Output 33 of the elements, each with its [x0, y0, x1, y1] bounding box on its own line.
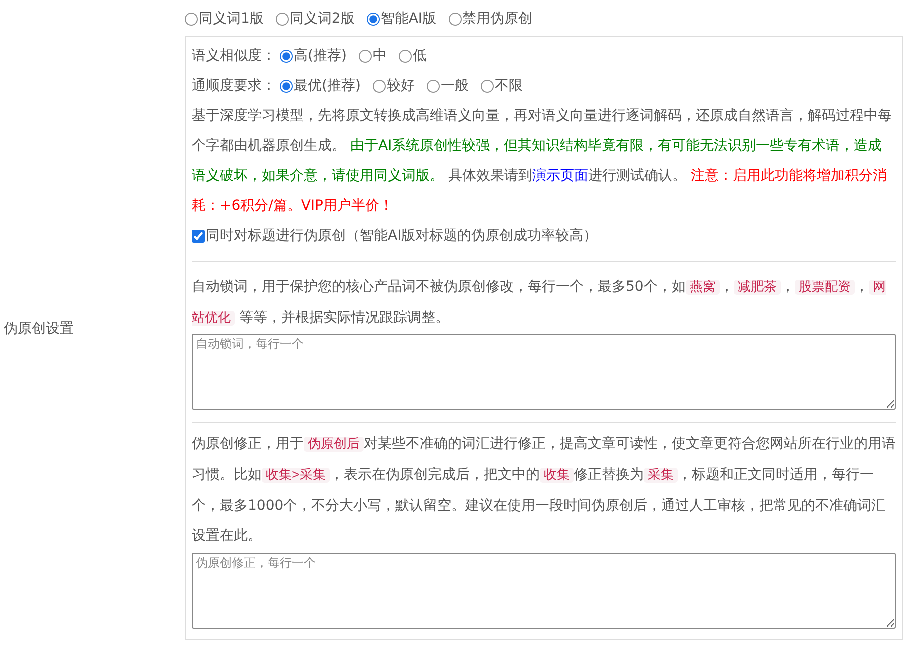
- ai-description: 基于深度学习模型，先将原文转换成高维语义向量，再对语义向量进行逐词解码，还原成自然语言，解码过程中每个字都由机器原创生成。 由于AI系统原创性较强，但其知识结构毕竟有限，有可能无法识别一些专有术语，造成语义破坏，如果介意，请使用同义词版。 具体效果请到演示页面进行测试确认。 注意：启用此功能将增加积分消耗：+6积分/篇。VIP用户半价！: [192, 107, 893, 216]
- corrections-description: 伪原创修正，用于 伪原创后 对某些不准确的词汇进行修正，提高文章可读性，使文章更符合您网站所在行业的用语习惯。比如 收集>采集 ，表示在伪原创完成后，把文中的 收集 修正替换为 采集 ，标题和正文同时适用，每行一个，最多1000个，不分大小写，默认留空。建议在使用一段时间伪原创后，通过人工审核，把常见的不准确词汇设置在此。: [192, 435, 896, 546]
- option-label[interactable]: 禁用伪原创: [462, 8, 533, 30]
- option-label[interactable]: 同义词1版: [199, 8, 264, 30]
- radio-button[interactable]: [448, 12, 462, 26]
- radio-button[interactable]: [480, 80, 494, 92]
- lock-words-field[interactable]: 自动锁词，每行一个: [192, 334, 896, 410]
- option-label[interactable]: 同义词2版: [290, 8, 355, 30]
- demo-page-link[interactable]: 演示页面: [532, 168, 588, 184]
- corrections-field[interactable]: 伪原创修正，每行一个: [192, 553, 896, 629]
- radio-button[interactable]: [280, 50, 293, 62]
- radio-button[interactable]: [398, 50, 412, 62]
- radio-button[interactable]: [358, 50, 372, 62]
- option-label[interactable]: 低: [412, 46, 427, 66]
- option-label[interactable]: 较好: [386, 76, 415, 96]
- radio-button[interactable]: [276, 12, 289, 26]
- option-label[interactable]: 智能AI版: [380, 8, 437, 30]
- lock-words-description: 自动锁词，用于保护您的核心产品词不被伪原创修改，每行一个，最多50个，如 燕窝 ， 减肥茶 ， 股票配资 ， 网站优化 等等，并根据实际情况跟踪调整。: [192, 278, 887, 328]
- option-label[interactable]: 高(推荐): [294, 46, 347, 66]
- settings-label: 伪原创设置: [4, 320, 74, 338]
- similarity-label: 语义相似度：: [192, 46, 276, 66]
- checkbox-label[interactable]: 同时对标题进行伪原创（智能AI版对标题的伪原创成功率较高）: [206, 226, 598, 246]
- option-label[interactable]: 一般: [440, 76, 469, 96]
- radio-button[interactable]: [426, 80, 440, 92]
- option-label[interactable]: 最优(推荐): [294, 76, 361, 96]
- option-label[interactable]: 不限: [494, 76, 523, 96]
- radio-button[interactable]: [366, 12, 380, 26]
- option-label[interactable]: 中: [372, 46, 387, 66]
- radio-button[interactable]: [185, 12, 198, 26]
- radio-button[interactable]: [280, 80, 293, 92]
- title-checkbox[interactable]: [192, 230, 205, 242]
- fluency-label: 通顺度要求：: [192, 76, 276, 96]
- radio-button[interactable]: [372, 80, 386, 92]
